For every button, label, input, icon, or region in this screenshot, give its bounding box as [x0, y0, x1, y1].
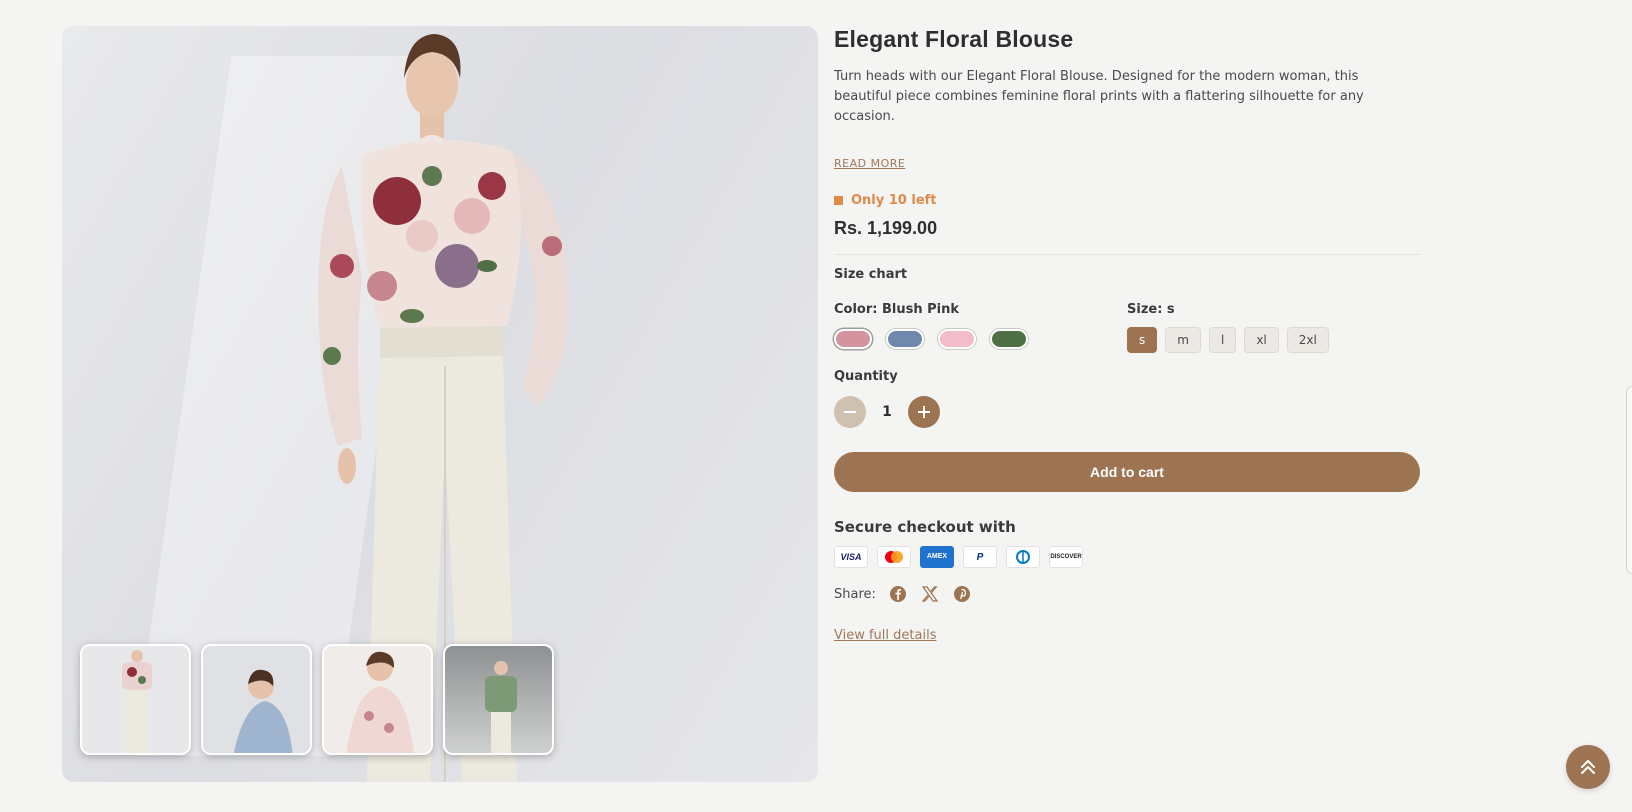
variant-options: Color: Blush Pink Size: s s m l xl 2xl: [834, 302, 1420, 353]
divider: [834, 254, 1420, 255]
secure-checkout-label: Secure checkout with: [834, 518, 1016, 536]
stock-dot-icon: [834, 196, 843, 205]
color-swatch-3[interactable]: [938, 329, 976, 349]
size-picker: Size: s s m l xl 2xl: [1127, 302, 1420, 353]
size-option-m[interactable]: m: [1165, 327, 1201, 353]
size-label: Size: s: [1127, 302, 1175, 317]
color-picker: Color: Blush Pink: [834, 302, 1127, 353]
color-swatch-2[interactable]: [886, 329, 924, 349]
color-swatch-1[interactable]: [834, 329, 872, 349]
size-options: s m l xl 2xl: [1127, 327, 1420, 353]
size-option-2xl[interactable]: 2xl: [1286, 327, 1329, 353]
thumbnail-strip: [80, 644, 554, 755]
color-label: Color: Blush Pink: [834, 302, 960, 317]
discover-icon: DISCOVER: [1049, 546, 1083, 568]
minus-icon: [844, 411, 856, 413]
mastercard-icon: [877, 546, 911, 568]
quantity-stepper: 1: [834, 396, 1420, 428]
pinterest-icon[interactable]: [952, 584, 972, 604]
color-swatches: [834, 329, 1127, 349]
thumbnail-3[interactable]: [322, 644, 433, 755]
quantity-label: Quantity: [834, 369, 898, 384]
plus-icon: [918, 406, 930, 418]
scroll-to-top-button[interactable]: [1566, 745, 1610, 789]
thumbnail-1[interactable]: [80, 644, 191, 755]
size-option-l[interactable]: l: [1208, 327, 1237, 353]
product-info: Elegant Floral Blouse Turn heads with ou…: [834, 26, 1420, 643]
product-price: Rs. 1,199.00: [834, 218, 938, 238]
size-chart-link[interactable]: Size chart: [834, 267, 1420, 282]
color-swatch-4[interactable]: [990, 329, 1028, 349]
paypal-icon: P: [963, 546, 997, 568]
size-option-xl[interactable]: xl: [1244, 327, 1279, 353]
share-bar: Share:: [834, 584, 1420, 604]
product-media: [62, 26, 818, 782]
visa-icon: VISA: [834, 546, 868, 568]
thumbnail-4[interactable]: [443, 644, 554, 755]
payment-methods: VISA AMEX P DISCOVER: [834, 546, 1420, 568]
amex-icon: AMEX: [920, 546, 954, 568]
diners-club-icon: [1006, 546, 1040, 568]
product-title: Elegant Floral Blouse: [834, 26, 1074, 52]
double-chevron-up-icon: [1581, 760, 1595, 774]
side-drawer-handle[interactable]: [1626, 386, 1632, 574]
x-icon[interactable]: [920, 584, 940, 604]
read-more-link[interactable]: READ MORE: [834, 157, 905, 170]
stock-indicator: Only 10 left: [834, 193, 1420, 208]
thumbnail-2[interactable]: [201, 644, 312, 755]
quantity-value[interactable]: 1: [882, 404, 892, 420]
view-full-details-link[interactable]: View full details: [834, 628, 936, 643]
product-description: Turn heads with our Elegant Floral Blous…: [834, 69, 1364, 124]
quantity-increase-button[interactable]: [908, 396, 940, 428]
size-option-s[interactable]: s: [1127, 327, 1158, 353]
facebook-icon[interactable]: [888, 584, 908, 604]
quantity-decrease-button[interactable]: [834, 396, 866, 428]
share-label: Share:: [834, 586, 876, 602]
stock-text: Only 10 left: [851, 193, 937, 208]
add-to-cart-button[interactable]: Add to cart: [834, 452, 1420, 492]
